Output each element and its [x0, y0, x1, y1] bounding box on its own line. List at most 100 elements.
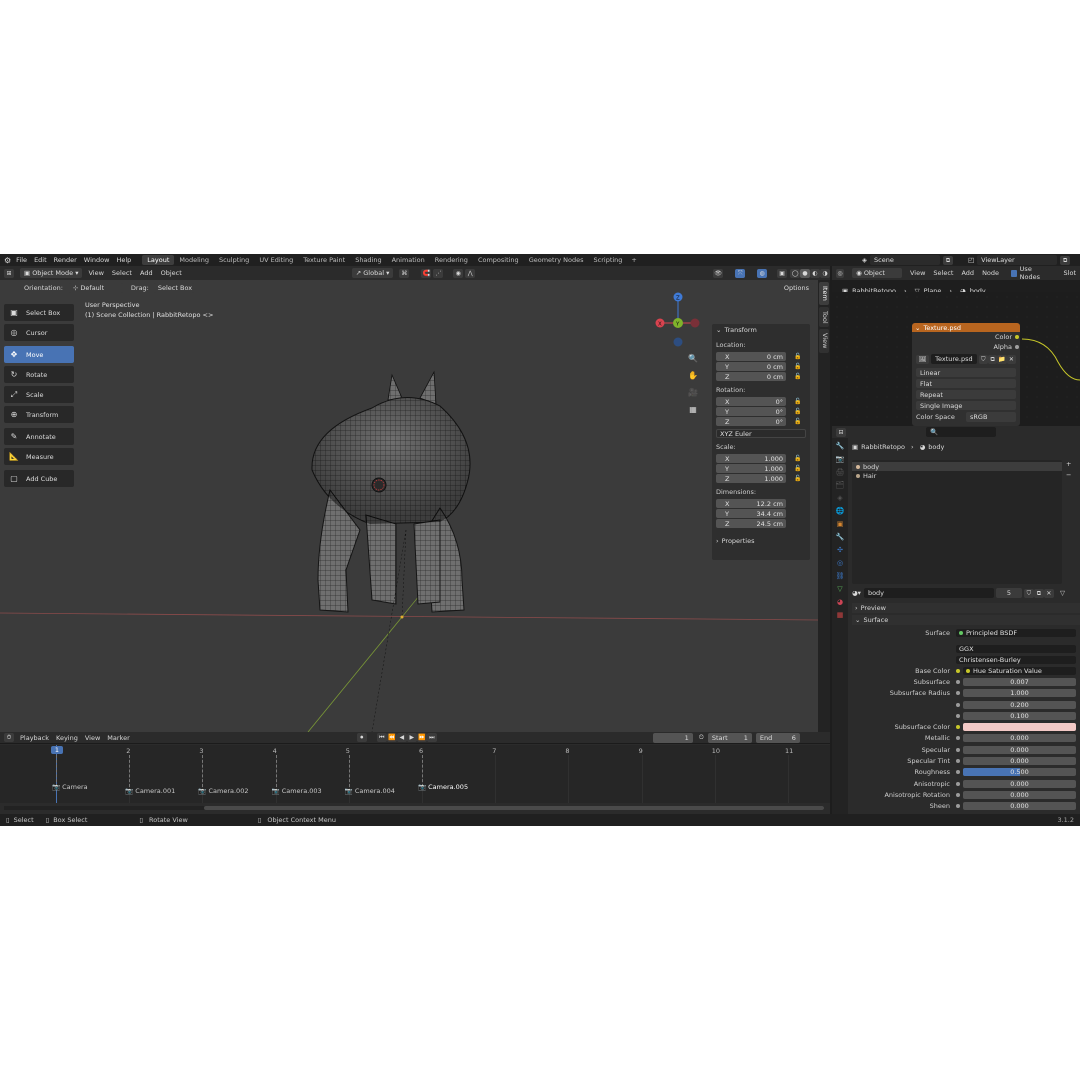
bsdf-value-field[interactable]: 0.000: [963, 757, 1076, 766]
node-menu-select[interactable]: Select: [933, 269, 953, 277]
lock-icon[interactable]: 🔓: [794, 398, 801, 405]
fake-user-icon[interactable]: ⛉: [1023, 588, 1034, 598]
bsdf-value-field[interactable]: 0.000: [963, 790, 1076, 799]
marker[interactable]: 📷 Camera.002: [198, 787, 248, 795]
remove-slot-icon[interactable]: −: [1066, 471, 1076, 479]
lock-icon[interactable]: 🔓: [794, 363, 801, 370]
input-socket-icon[interactable]: [956, 804, 960, 809]
slot-dropdown[interactable]: Slot: [1059, 268, 1080, 278]
node-canvas[interactable]: ⌄ Texture.psd Color Alpha 🖼 Texture.psd …: [832, 292, 1080, 426]
node-interpolation-dropdown[interactable]: Linear: [916, 368, 1016, 377]
duplicate-icon[interactable]: ⧉: [987, 354, 998, 364]
node-menu-node[interactable]: Node: [982, 269, 999, 277]
workspace-tab-uv-editing[interactable]: UV Editing: [254, 255, 298, 265]
shader-type-dropdown[interactable]: ◉ Object: [852, 268, 902, 278]
play-icon[interactable]: ▶: [406, 733, 417, 742]
props-tab-material-icon[interactable]: ◕: [835, 597, 845, 607]
surface-shader-field[interactable]: Principled BSDF: [956, 628, 1076, 637]
properties-search[interactable]: 🔍: [926, 427, 996, 437]
props-tab-modifier-icon[interactable]: 🔧: [835, 532, 845, 542]
workspace-tab-shading[interactable]: Shading: [350, 255, 386, 265]
output-color-socket[interactable]: [1015, 335, 1019, 339]
props-tab-view-layer-icon[interactable]: 🗂: [835, 480, 845, 490]
props-tab-constraints-icon[interactable]: ⛓: [835, 571, 845, 581]
rotation-z-field[interactable]: Z 0°: [716, 417, 786, 426]
subsurface-method-dropdown[interactable]: Christensen-Burley: [956, 655, 1076, 664]
shield-icon[interactable]: ⛉: [978, 354, 988, 364]
preview-panel-header[interactable]: › Preview: [852, 603, 1080, 613]
overlay-toggle-icon[interactable]: ◍: [757, 268, 768, 278]
base-color-link-field[interactable]: Hue Saturation Value: [963, 666, 1076, 675]
lock-icon[interactable]: 🔓: [794, 373, 801, 380]
timeline-menu-keying[interactable]: Keying: [56, 734, 78, 742]
workspace-tab-layout[interactable]: Layout: [142, 255, 175, 265]
sidebar-tab-view[interactable]: View: [819, 329, 829, 353]
viewport-menu-view[interactable]: View: [88, 269, 103, 277]
surface-panel-header[interactable]: ⌄ Surface: [852, 615, 1080, 625]
rotation-mode-dropdown[interactable]: XYZ Euler: [716, 429, 806, 438]
marker[interactable]: 📷 Camera.005: [418, 783, 468, 791]
timeline-menu-marker[interactable]: Marker: [107, 734, 129, 742]
props-tab-physics-icon[interactable]: ◎: [835, 558, 845, 568]
lock-icon[interactable]: 🔓: [794, 465, 801, 472]
menu-window[interactable]: Window: [84, 256, 110, 264]
node-menu-view[interactable]: View: [910, 269, 925, 277]
jump-start-icon[interactable]: ⏮: [376, 733, 387, 742]
subsurface-color-swatch[interactable]: [963, 723, 1076, 732]
input-socket-icon[interactable]: [956, 770, 960, 775]
bsdf-value-field[interactable]: 0.000: [963, 779, 1076, 788]
props-tab-scene-icon[interactable]: ◈: [835, 493, 845, 503]
editor-type-icon[interactable]: ⊞: [4, 268, 14, 278]
workspace-tab-texture-paint[interactable]: Texture Paint: [298, 255, 350, 265]
lock-icon[interactable]: 🔓: [794, 408, 801, 415]
image-name-field[interactable]: Texture.psd: [931, 354, 977, 364]
rotation-y-field[interactable]: Y 0°: [716, 407, 786, 416]
filter-icon[interactable]: ▽: [1060, 589, 1065, 597]
rotation-x-field[interactable]: X 0°: [716, 397, 786, 406]
image-icon[interactable]: 🖼: [916, 354, 930, 364]
dimensions-x-field[interactable]: X 12.2 cm: [716, 499, 786, 508]
3d-viewport[interactable]: Orientation: ⊹ Default Drag: Select Box …: [0, 280, 818, 732]
pan-hand-icon[interactable]: ✋: [688, 371, 698, 380]
current-frame-field[interactable]: 1: [652, 732, 693, 743]
jump-end-icon[interactable]: ⏭: [426, 733, 437, 742]
location-y-field[interactable]: Y 0 cm: [716, 362, 786, 371]
bsdf-value-field[interactable]: 0.000: [963, 734, 1076, 743]
visibility-icon[interactable]: 👁: [713, 268, 724, 278]
node-projection-dropdown[interactable]: Flat: [916, 379, 1016, 388]
workspace-tab-modeling[interactable]: Modeling: [174, 255, 214, 265]
lock-icon[interactable]: 🔓: [794, 418, 801, 425]
props-tab-data-icon[interactable]: ▽: [835, 584, 845, 594]
shading-material-icon[interactable]: ◐: [810, 268, 820, 278]
end-frame-field[interactable]: End 6: [755, 732, 800, 743]
bsdf-value-field[interactable]: 0.100: [963, 711, 1076, 720]
camera-view-icon[interactable]: 🎥: [688, 388, 698, 397]
shading-wireframe-icon[interactable]: ◯: [790, 268, 801, 278]
material-sphere-icon[interactable]: ◕▾: [852, 589, 861, 597]
menu-help[interactable]: Help: [116, 256, 131, 264]
duplicate-material-icon[interactable]: ⧉: [1033, 588, 1044, 598]
xray-icon[interactable]: ▣: [777, 268, 788, 278]
distribution-dropdown[interactable]: GGX: [956, 644, 1076, 653]
gizmo-toggle-icon[interactable]: ⤧: [735, 268, 746, 278]
use-nodes-checkbox[interactable]: [1011, 269, 1017, 277]
viewport-menu-object[interactable]: Object: [161, 269, 182, 277]
node-header[interactable]: ⌄ Texture.psd: [912, 323, 1020, 332]
props-tab-tool-icon[interactable]: 🔧: [835, 441, 845, 451]
input-socket-icon[interactable]: [956, 781, 960, 786]
lock-icon[interactable]: 🔓: [794, 475, 801, 482]
viewlayer-selector[interactable]: ◰ ViewLayer ⧉: [968, 255, 1071, 265]
shading-rendered-icon[interactable]: ◑: [819, 268, 830, 278]
proportional-edit-icon[interactable]: ◉: [453, 268, 464, 278]
sidebar-tab-item[interactable]: Item: [819, 282, 829, 305]
lock-icon[interactable]: 🔓: [794, 455, 801, 462]
workspace-tab-sculpting[interactable]: Sculpting: [214, 255, 254, 265]
marker[interactable]: 📷 Camera.004: [345, 787, 395, 795]
menu-edit[interactable]: Edit: [34, 256, 47, 264]
dimensions-z-field[interactable]: Z 24.5 cm: [716, 519, 786, 528]
bsdf-value-field[interactable]: 0.200: [963, 700, 1076, 709]
scale-z-field[interactable]: Z 1.000: [716, 474, 786, 483]
dimensions-y-field[interactable]: Y 34.4 cm: [716, 509, 786, 518]
timeline-editor-icon[interactable]: ⏱: [4, 733, 14, 742]
bsdf-value-field[interactable]: 0.000: [963, 745, 1076, 754]
